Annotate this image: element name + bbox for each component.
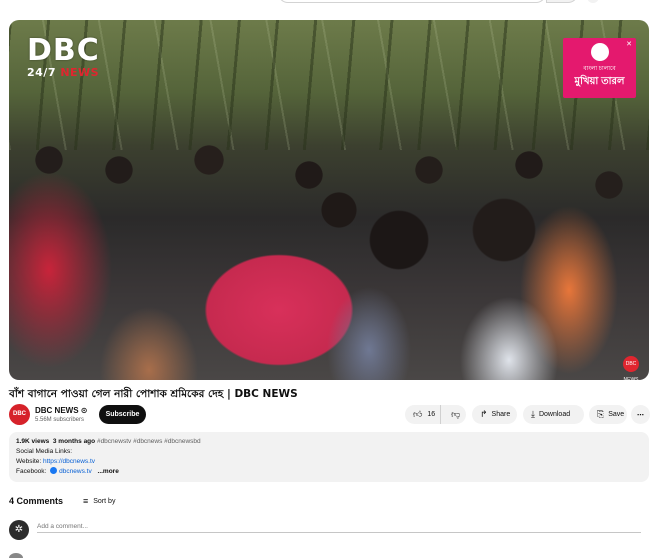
- search-button[interactable]: [546, 0, 578, 3]
- comment-avatar[interactable]: [9, 553, 23, 558]
- close-icon[interactable]: ✕: [626, 40, 632, 48]
- like-dislike-group: 👍︎ 16 👎︎: [405, 405, 466, 424]
- description-line-social: Social Media Links:: [16, 448, 72, 455]
- thumbs-down-icon: 👎︎: [451, 409, 461, 419]
- video-player[interactable]: DBC 24/7 NEWS ✕ বাংলা চালাবে মুখিয়া তার…: [9, 20, 649, 380]
- website-link[interactable]: https://dbcnews.tv: [43, 458, 95, 465]
- share-icon: ↱: [480, 409, 488, 419]
- video-title: বাঁশ বাগানে পাওয়া গেল নারী পোশাক শ্রমিক…: [9, 388, 298, 400]
- show-more-button[interactable]: ...more: [98, 468, 119, 475]
- sort-icon: ≡: [83, 496, 89, 506]
- channel-row: DBC DBC NEWS ⊙ 5.56M subscribers Subscri…: [9, 404, 650, 426]
- subscribe-button[interactable]: Subscribe: [99, 405, 146, 424]
- channel-avatar[interactable]: DBC: [9, 404, 30, 425]
- bookmark-icon: ⎘: [597, 409, 605, 419]
- channel-watermark-logo: DBC 24/7 NEWS: [27, 33, 100, 79]
- description-box[interactable]: 1.9K views 3 months ago #dbcnewstv #dbcn…: [9, 432, 649, 482]
- user-avatar[interactable]: ✲: [9, 520, 29, 540]
- comments-count: 4 Comments: [9, 496, 64, 506]
- description-line-website: Website: https://dbcnews.tv: [16, 458, 96, 465]
- like-count: 16: [427, 411, 436, 418]
- share-button[interactable]: ↱ Share: [472, 405, 517, 424]
- facebook-icon: [50, 467, 58, 474]
- dislike-button[interactable]: 👎︎: [445, 405, 466, 424]
- subscriber-count: 5.56M subscribers: [35, 417, 85, 423]
- ad-logo: [590, 43, 609, 61]
- description-line-facebook: Facebook: dbcnews.tv ...more: [16, 467, 119, 475]
- add-comment-row: ✲: [9, 520, 649, 542]
- hashtags[interactable]: #dbcnewstv #dbcnews #dbcnewsbd: [97, 438, 201, 445]
- corner-logo: DBC NEWS: [623, 356, 639, 380]
- video-frame-crowd: [9, 130, 649, 380]
- save-button[interactable]: ⎘ Save: [589, 405, 627, 424]
- more-actions-button[interactable]: ⋯: [631, 405, 650, 424]
- download-button[interactable]: ⤓ Download: [523, 405, 584, 424]
- add-comment-input[interactable]: [37, 521, 641, 533]
- channel-name[interactable]: DBC NEWS ⊙: [35, 406, 87, 415]
- like-button[interactable]: 👍︎ 16: [405, 405, 442, 424]
- voice-search-button[interactable]: [587, 0, 599, 3]
- sort-by-button[interactable]: ≡ Sort by: [83, 496, 115, 506]
- facebook-link[interactable]: dbcnews.tv: [59, 468, 92, 475]
- ad-overlay-badge[interactable]: ✕ বাংলা চালাবে মুখিয়া তারল: [563, 38, 636, 98]
- description-meta: 1.9K views 3 months ago #dbcnewstv #dbcn…: [16, 438, 201, 445]
- search-box[interactable]: [278, 0, 546, 3]
- thumbs-up-icon: 👍︎: [413, 409, 423, 419]
- download-icon: ⤓: [531, 409, 535, 419]
